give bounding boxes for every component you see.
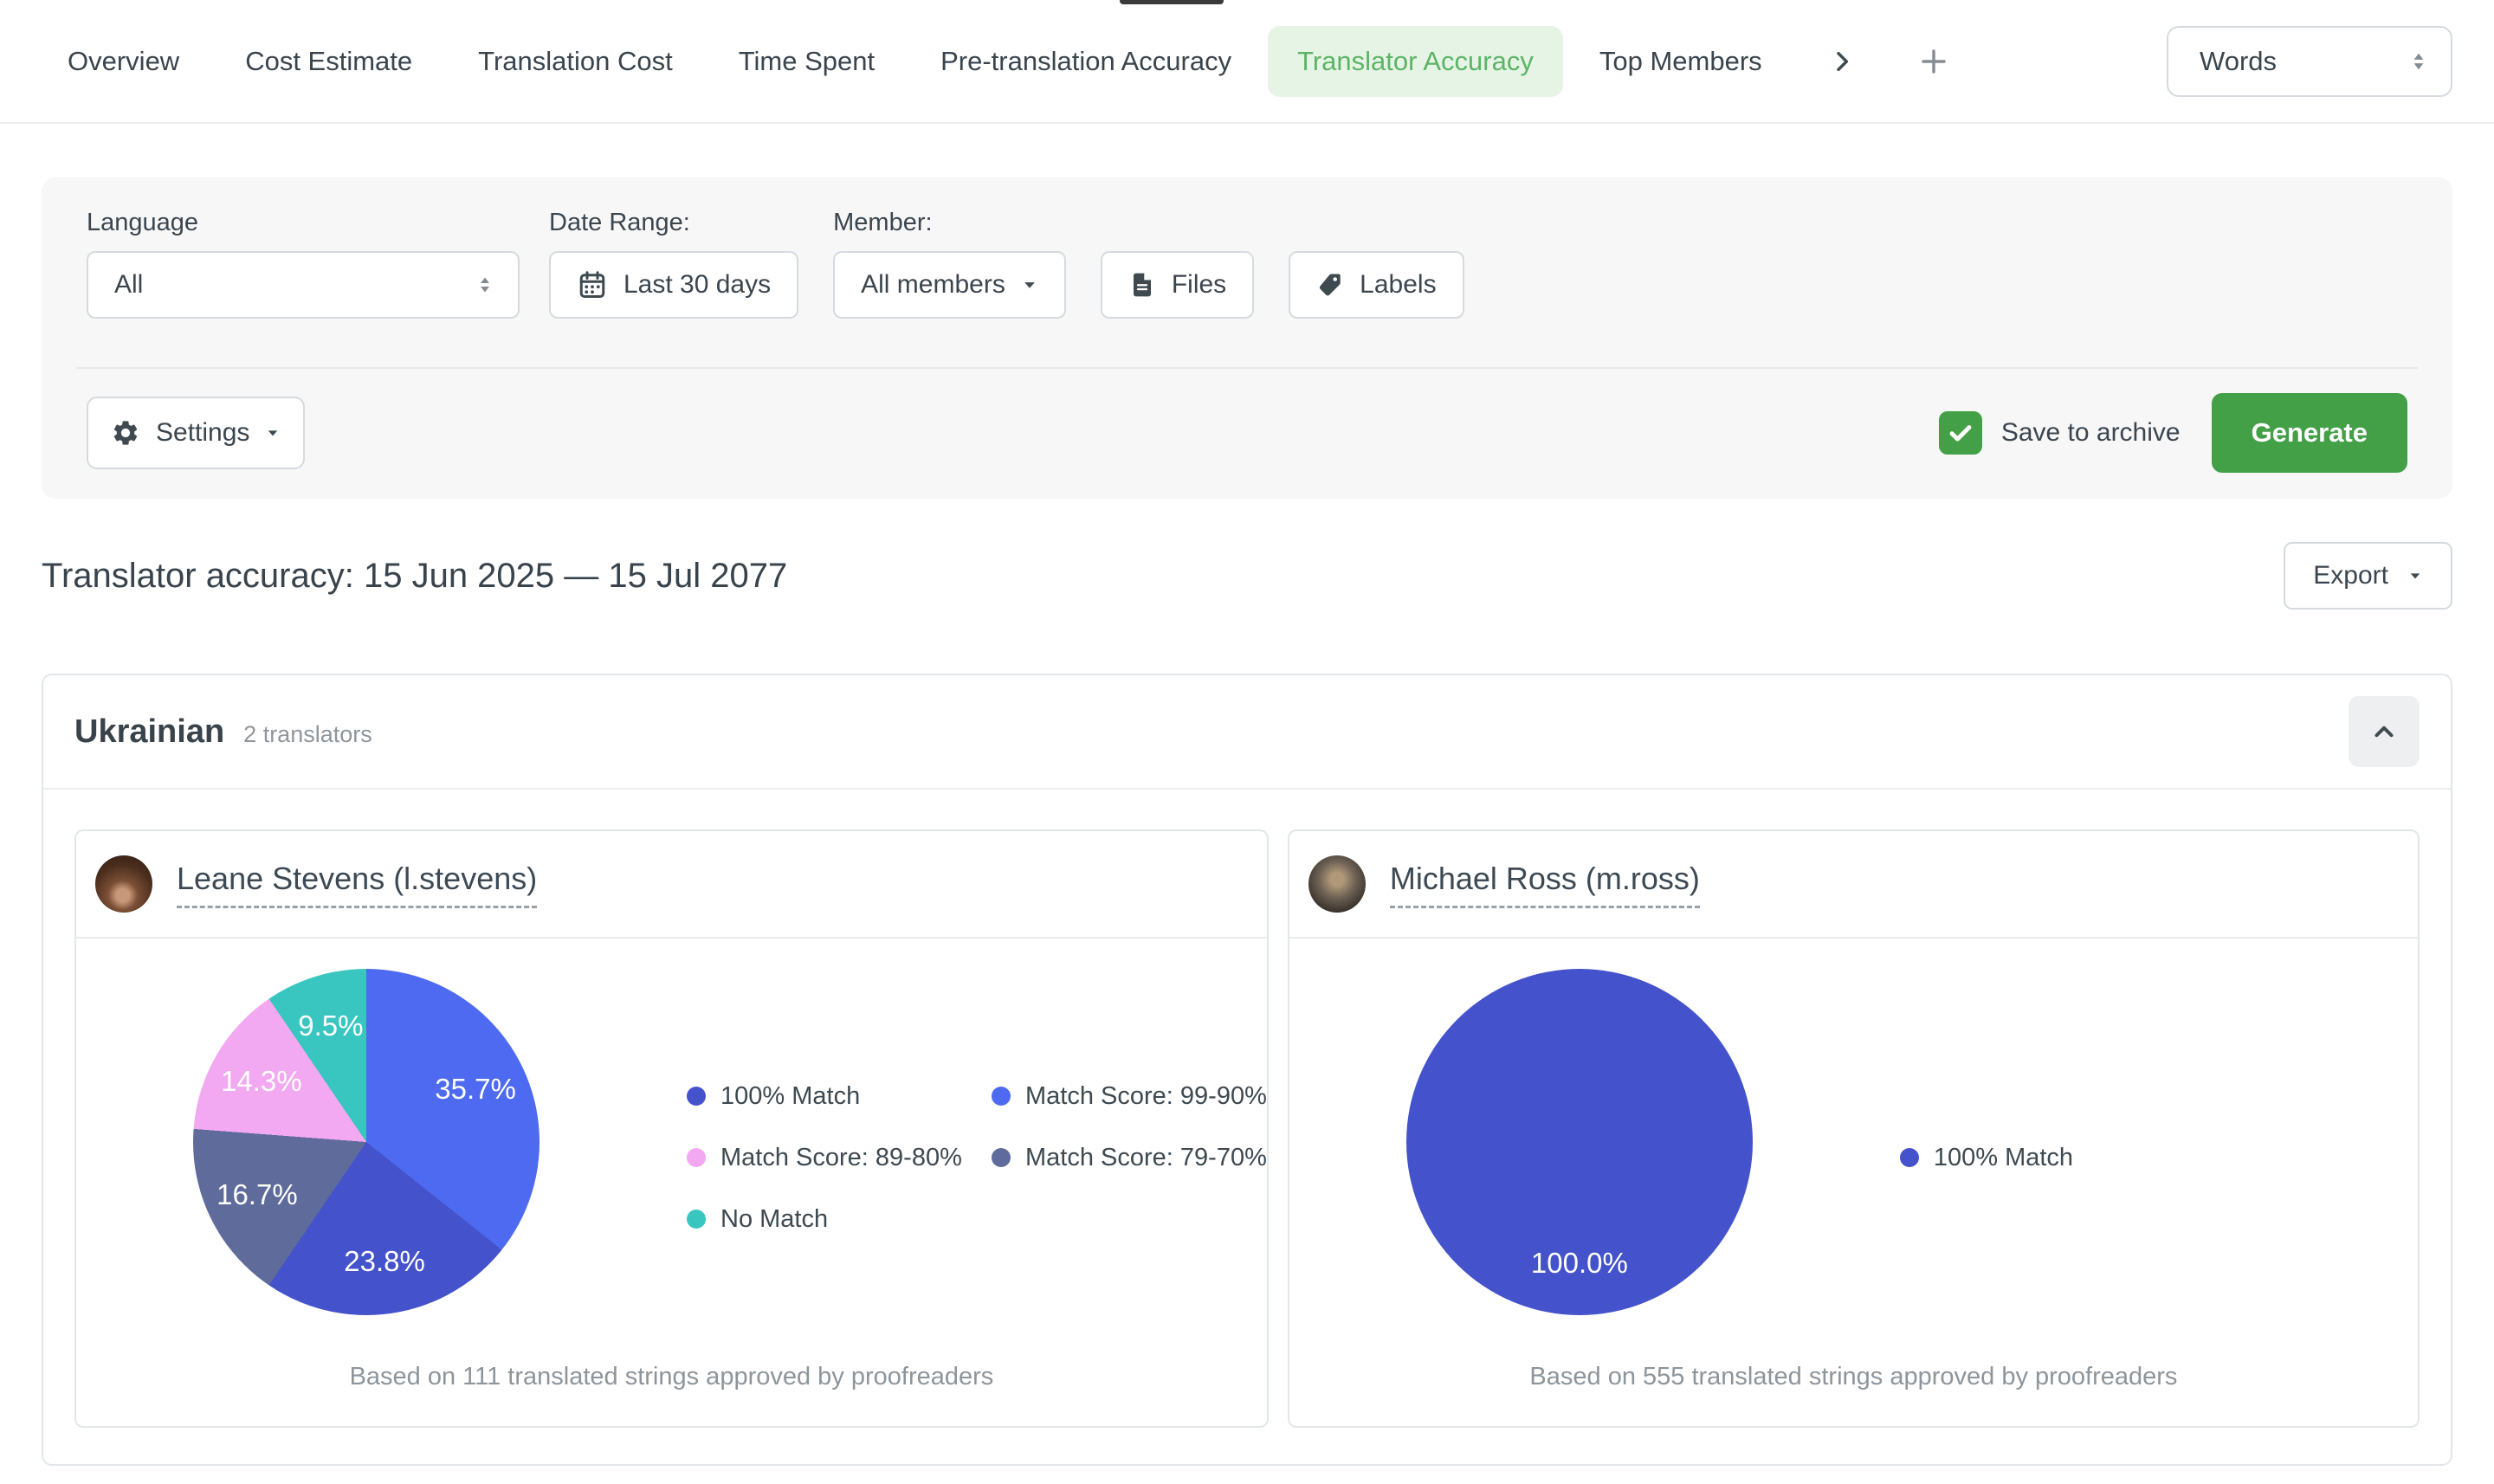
report-filter-panel: Language All Date Range: Last 30 days [42,177,2452,499]
caret-down-icon [1021,276,1038,294]
legend-item[interactable]: 100% Match [1900,1144,2205,1172]
files-button-label: Files [1172,270,1226,300]
panel-divider [76,367,2418,369]
chart-footnote: Based on 555 translated strings approved… [1289,1345,2418,1426]
legend-label: Match Score: 99-90% [1025,1082,1267,1111]
pie-slice-label: 16.7% [216,1178,298,1211]
export-button-label: Export [2313,561,2388,590]
report-tabs: Overview Cost Estimate Translation Cost … [0,0,2494,124]
pie-slice-label: 100.0% [1531,1247,1628,1280]
legend-item[interactable]: No Match [687,1205,992,1234]
chevron-right-icon [1828,48,1856,75]
settings-button[interactable]: Settings [87,397,305,469]
pie-slice-label: 14.3% [221,1065,302,1098]
language-section-ukrainian: Ukrainian 2 translators Leane Stevens (l… [42,674,2452,1466]
save-to-archive-checkbox[interactable] [1939,411,1982,455]
legend-label: Match Score: 79-70% [1025,1144,1267,1172]
translator-name-link[interactable]: Michael Ross (m.ross) [1390,861,1700,908]
collapse-section-button[interactable] [2349,696,2420,767]
tabs-overflow-button[interactable] [1828,48,1856,75]
pie-legend: 100% Match [1900,1144,2205,1172]
pie-slice-label: 9.5% [298,1010,363,1042]
plus-icon [1918,46,1949,77]
unit-select-value: Words [2200,46,2277,77]
tab-pre-translation-accuracy[interactable]: Pre-translation Accuracy [940,46,1231,77]
tag-icon [1316,271,1344,299]
export-button[interactable]: Export [2284,542,2452,610]
accuracy-pie-chart[interactable]: 100.0% [1406,969,1753,1315]
unit-select[interactable]: Words [2167,26,2452,97]
labels-button-label: Labels [1360,270,1436,300]
pie-slice-label: 23.8% [344,1245,425,1278]
tab-translation-cost[interactable]: Translation Cost [478,46,673,77]
legend-label: Match Score: 89-80% [720,1144,962,1172]
legend-dot-icon [1900,1148,1919,1167]
sort-arrows-icon [475,274,495,295]
calendar-icon [577,269,608,300]
date-range-value: Last 30 days [624,270,771,300]
translator-name-link[interactable]: Leane Stevens (l.stevens) [177,861,537,908]
legend-label: 100% Match [720,1082,860,1111]
language-name: Ukrainian [74,713,224,751]
save-to-archive-control[interactable]: Save to archive [1939,411,2181,455]
translator-card-leane-stevens: Leane Stevens (l.stevens) 35.7% 23.8% 16.7… [74,829,1269,1428]
member-label: Member: [833,209,1463,237]
legend-dot-icon [992,1087,1011,1106]
date-range-button[interactable]: Last 30 days [549,251,798,319]
report-title: Translator accuracy: 15 Jun 2025 — 15 Ju… [42,557,787,596]
translators-count: 2 translators [243,721,372,748]
translator-card-michael-ross: Michael Ross (m.ross) 100.0% 100% Match … [1288,829,2420,1428]
language-select-value: All [114,270,143,300]
labels-button[interactable]: Labels [1289,251,1463,319]
avatar [95,855,152,913]
legend-item[interactable]: Match Score: 99-90% [992,1082,1267,1111]
tab-translator-accuracy[interactable]: Translator Accuracy [1268,26,1563,97]
pie-slice-label: 35.7% [435,1073,516,1106]
legend-dot-icon [687,1210,706,1229]
legend-label: No Match [720,1205,828,1234]
member-select-value: All members [861,270,1005,300]
checkmark-icon [1946,418,1975,448]
legend-item[interactable]: 100% Match [687,1082,992,1111]
tab-time-spent[interactable]: Time Spent [739,46,875,77]
date-range-label: Date Range: [549,209,798,237]
chart-footnote: Based on 111 translated strings approved… [76,1345,1267,1426]
file-icon [1128,271,1156,299]
legend-item[interactable]: Match Score: 79-70% [992,1144,1267,1172]
caret-down-icon [265,425,281,441]
add-report-button[interactable] [1918,46,1949,77]
member-select[interactable]: All members [833,251,1066,319]
save-to-archive-label: Save to archive [2001,418,2181,448]
sort-arrows-icon [2407,50,2430,73]
caret-down-icon [2407,568,2423,584]
legend-label: 100% Match [1934,1144,2073,1172]
avatar [1308,855,1366,913]
top-dark-bar [1120,0,1224,4]
tab-overview[interactable]: Overview [68,46,179,77]
pie-legend: 100% Match Match Score: 99-90% Match Score… [687,1082,1267,1234]
legend-dot-icon [687,1087,706,1106]
settings-button-label: Settings [156,418,249,448]
gear-icon [111,418,140,448]
language-select[interactable]: All [87,251,520,319]
chevron-up-icon [2369,717,2399,746]
tab-top-members[interactable]: Top Members [1599,46,1762,77]
legend-dot-icon [687,1148,706,1167]
tab-cost-estimate[interactable]: Cost Estimate [245,46,412,77]
generate-button[interactable]: Generate [2212,393,2407,473]
accuracy-pie-chart[interactable]: 35.7% 23.8% 16.7% 14.3% 9.5% [193,969,540,1315]
language-label: Language [87,209,520,237]
files-button[interactable]: Files [1101,251,1254,319]
legend-item[interactable]: Match Score: 89-80% [687,1144,992,1172]
legend-dot-icon [992,1148,1011,1167]
